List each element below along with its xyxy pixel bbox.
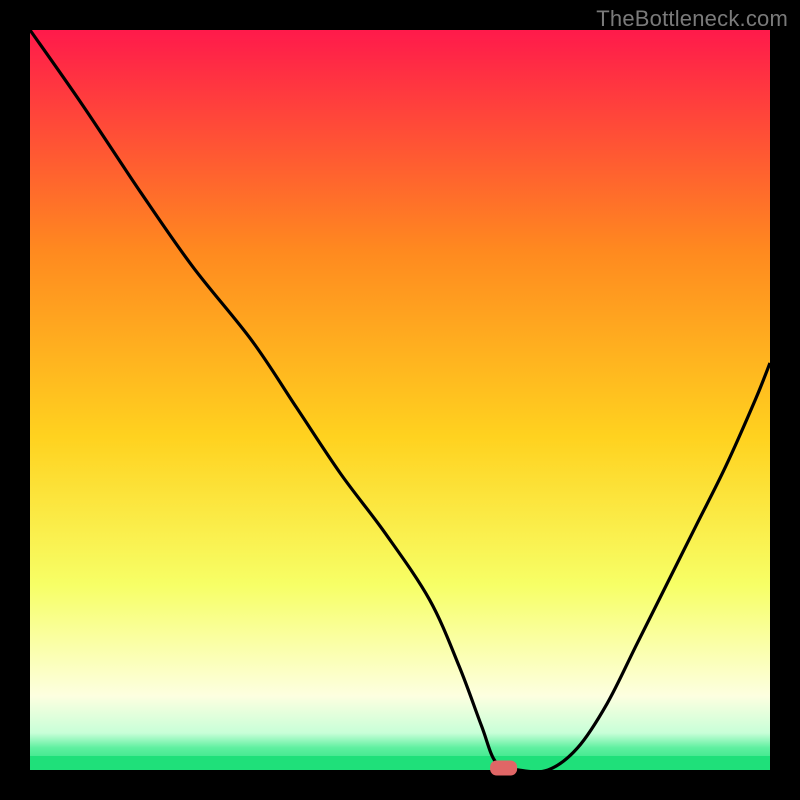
- bottleneck-chart: [0, 0, 800, 800]
- chart-container: TheBottleneck.com: [0, 0, 800, 800]
- plot-area: [30, 30, 770, 770]
- green-band: [30, 756, 770, 770]
- optimal-marker: [491, 761, 517, 775]
- watermark-text: TheBottleneck.com: [596, 6, 788, 32]
